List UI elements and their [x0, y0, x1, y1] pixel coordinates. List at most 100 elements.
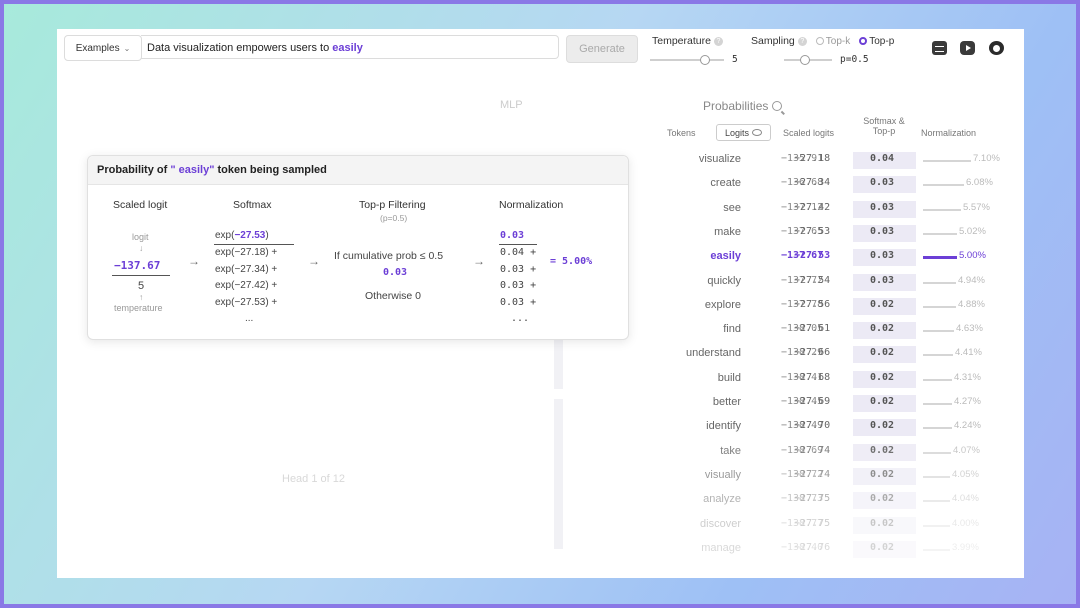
token-cell: understand: [685, 347, 741, 360]
token-cell: create: [710, 177, 741, 190]
topp-value: 0.03: [383, 267, 408, 278]
help-icon[interactable]: ?: [713, 36, 723, 46]
arrow-right-icon: →: [188, 254, 200, 268]
norm-term: 0.03 +: [500, 296, 537, 308]
softmax-cell: 0.02: [870, 347, 895, 359]
topp-slider[interactable]: [784, 55, 832, 65]
logit-value: −137.67: [114, 259, 161, 272]
normalization-cell: 4.41%: [955, 347, 982, 359]
normalization-cell: 4.05%: [952, 468, 979, 480]
examples-label: Examples: [75, 42, 120, 54]
table-row[interactable]: manage −138.40 −27.76 0.02 3.99%: [617, 538, 1022, 562]
normalization-bar: [923, 232, 957, 235]
scaled-logit-cell: −27.54: [794, 274, 831, 286]
topp-header: Top-p Filtering: [359, 199, 426, 211]
normalization-bar: [923, 184, 964, 187]
softmax-cell: 0.02: [870, 517, 895, 529]
normalization-cell: 5.02%: [959, 225, 986, 237]
table-row[interactable]: analyze −138.73 −27.75 0.02 4.04%: [617, 489, 1022, 513]
softmax-term: exp(−27.53) +: [215, 296, 278, 308]
table-row[interactable]: take −138.69 −27.74 0.02 4.07%: [617, 441, 1022, 465]
token-cell: visually: [704, 468, 741, 481]
normalization-bar: [923, 403, 952, 405]
topp-condition: If cumulative prob ≤ 0.5: [334, 250, 444, 262]
softmax-cell: 0.03: [870, 177, 895, 189]
normalization-cell: 7.10%: [973, 153, 1000, 164]
softmax-cell: 0.02: [870, 323, 895, 335]
scaled-logit-cell: −27.18: [794, 153, 831, 164]
table-row[interactable]: better −138.45 −27.69 0.02 4.27%: [617, 392, 1022, 416]
softmax-numerator: exp(−27.53): [215, 230, 269, 241]
table-row[interactable]: easily −137.67 −27.53 0.03 5.00%: [617, 246, 1022, 270]
table-row[interactable]: visually −138.72 −27.74 0.02 4.05%: [617, 465, 1022, 489]
normalization-cell: 4.00%: [952, 517, 979, 529]
down-arrow-icon: ↓: [139, 243, 144, 253]
prompt-input[interactable]: Data visualization empowers users to eas…: [141, 35, 559, 59]
scaled-logit-cell: −27.34: [794, 177, 831, 189]
slider-knob[interactable]: [700, 55, 710, 65]
arrow-right-icon: →: [473, 254, 485, 268]
generate-button[interactable]: Generate: [566, 35, 638, 63]
table-row[interactable]: identify −138.49 −27.70 0.02 4.24%: [617, 416, 1022, 440]
scaled-logit-cell: −27.75: [794, 493, 831, 505]
temperature-control: Temperature ?: [652, 35, 723, 47]
youtube-icon[interactable]: [960, 41, 975, 55]
fraction-line: [499, 244, 537, 245]
token-cell: build: [717, 371, 741, 384]
normalization-bar: [923, 330, 954, 333]
table-row[interactable]: understand −138.29 −27.66 0.02 4.41%: [617, 343, 1022, 367]
token-cell: discover: [700, 517, 741, 530]
token-cell: take: [720, 444, 741, 457]
table-row[interactable]: explore −137.78 −27.56 0.02 4.88%: [617, 295, 1022, 319]
token-cell: explore: [704, 298, 741, 311]
table-row[interactable]: discover −138.77 −27.75 0.02 4.00%: [617, 514, 1022, 538]
normalization-cell: 4.63%: [956, 323, 983, 335]
normalization-bar: [923, 256, 957, 260]
table-row[interactable]: build −138.41 −27.68 0.02 4.31%: [617, 368, 1022, 392]
slider-knob[interactable]: [800, 55, 810, 65]
normalization-bar: [923, 451, 951, 454]
temperature-slider[interactable]: [650, 55, 724, 65]
scaled-logit-cell: −27.61: [794, 323, 831, 335]
col-softmax: Softmax & Top-p: [863, 116, 905, 136]
norm-term: ...: [511, 313, 530, 324]
table-row[interactable]: make −137.65 −27.53 0.03 5.02%: [617, 222, 1022, 246]
softmax-cell: 0.02: [870, 371, 895, 383]
examples-dropdown[interactable]: Examples ⌄: [64, 35, 142, 61]
sampling-label: Sampling: [751, 35, 795, 47]
database-icon[interactable]: [932, 41, 947, 55]
table-row[interactable]: see −137.12 −27.42 0.03 5.57%: [617, 198, 1022, 222]
normalization-cell: 4.04%: [952, 493, 979, 505]
normalization-cell: 5.00%: [959, 250, 986, 262]
topp-radio[interactable]: Top-p: [859, 36, 894, 47]
table-row[interactable]: create −136.68 −27.34 0.03 6.08%: [617, 173, 1022, 197]
zoom-icon[interactable]: [772, 101, 783, 111]
temperature-value: 5: [732, 54, 738, 65]
softmax-cell: 0.02: [870, 420, 895, 432]
scaled-logit-cell: −27.68: [794, 371, 831, 383]
table-row[interactable]: visualize −135.91 −27.18 0.04 7.10%: [617, 149, 1022, 173]
col-logits: Logits: [724, 127, 750, 138]
col-scaled-logits: Scaled logits: [783, 128, 835, 138]
temperature-value: 5: [138, 280, 145, 292]
probability-popup: Probability of " easily" token being sam…: [87, 155, 629, 340]
help-icon[interactable]: ?: [797, 36, 807, 46]
logit-label: logit: [132, 232, 149, 242]
normalization-bar: [923, 524, 950, 527]
softmax-cell: 0.02: [870, 298, 895, 310]
github-icon[interactable]: [989, 41, 1004, 55]
table-row[interactable]: quickly −137.72 −27.54 0.03 4.94%: [617, 271, 1022, 295]
norm-term: 0.03 +: [500, 263, 537, 275]
scaled-logit-cell: −27.42: [794, 201, 831, 213]
logits-toggle[interactable]: Logits: [716, 124, 771, 141]
probabilities-title: Probabilities: [703, 99, 783, 113]
norm-result: = 5.00%: [550, 256, 593, 267]
app-window: Examples ⌄ Data visualization empowers u…: [57, 29, 1024, 578]
token-cell: visualize: [698, 153, 741, 165]
topk-radio[interactable]: Top-k: [815, 36, 850, 47]
norm-numerator: 0.03: [500, 230, 525, 241]
token-cell: easily: [710, 250, 741, 263]
normalization-bar: [923, 427, 952, 430]
chevron-down-icon: ⌄: [123, 43, 131, 53]
table-row[interactable]: find −138.05 −27.61 0.02 4.63%: [617, 319, 1022, 343]
